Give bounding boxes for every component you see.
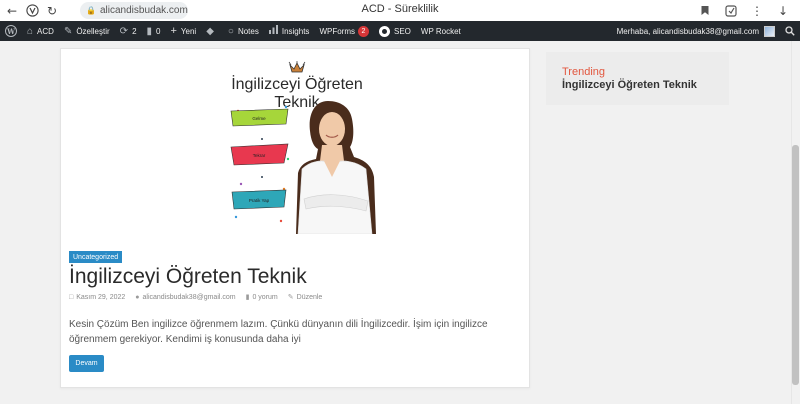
wp-logo-icon[interactable]: W <box>0 21 22 41</box>
hero-label-3: Pratik Yap <box>249 198 270 203</box>
back-icon[interactable]: ← <box>2 0 22 21</box>
wpforms-label: WPForms <box>319 26 355 36</box>
greeting-label: Merhaba, alicandisbudak38@gmail.com <box>616 26 759 36</box>
notes-link[interactable]: ○ Notes <box>223 21 264 41</box>
comment-icon: ▮ <box>245 294 250 301</box>
featured-image[interactable]: Gelme Tekrar Pratik Yap <box>226 99 386 234</box>
address-url: alicandisbudak.com <box>99 5 188 16</box>
post-author-text: alicandisbudak38@gmail.com <box>142 293 236 301</box>
category-badge[interactable]: Uncategorized <box>69 251 123 263</box>
search-icon[interactable] <box>780 21 800 41</box>
address-bar[interactable]: 🔒 alicandisbudak.com <box>80 2 188 19</box>
post-edit[interactable]: ✎ Düzenle <box>287 293 323 302</box>
reload-icon[interactable]: ↻ <box>42 0 62 21</box>
post-title[interactable]: İngilizceyi Öğreten Teknik <box>69 265 307 289</box>
edit-icon: ✎ <box>287 294 294 301</box>
post-edit-text: Düzenle <box>296 293 323 301</box>
crown-icon <box>288 61 306 73</box>
insights-label: Insights <box>281 26 310 36</box>
new-content-link[interactable]: + Yeni <box>165 21 201 41</box>
comment-icon: ▮ <box>146 25 153 37</box>
vivaldi-logo-icon[interactable] <box>22 0 42 21</box>
customize-link[interactable]: ✎ Özelleştir <box>59 21 115 41</box>
updates-icon: ⟳ <box>119 25 129 37</box>
notes-icon: ○ <box>227 25 234 37</box>
browser-toolbar: ← ↻ 🔒 alicandisbudak.com ACD - Süreklili… <box>0 0 800 21</box>
bookmark-icon[interactable] <box>692 0 718 21</box>
post-excerpt: Kesin Çözüm Ben ingilizce öğrenmem lazım… <box>69 319 488 345</box>
seo-icon <box>379 25 390 37</box>
insights-link[interactable]: Insights <box>264 21 315 41</box>
trending-widget: Trending İngilizceyi Öğreten Teknik <box>546 52 729 105</box>
bar-chart-icon <box>268 25 278 37</box>
avatar <box>764 25 775 37</box>
comments-link[interactable]: ▮ 0 <box>142 21 166 41</box>
lock-icon: 🔒 <box>86 6 96 15</box>
home-icon: ⌂ <box>27 25 34 37</box>
page-scrollbar[interactable] <box>791 41 800 404</box>
post-comments[interactable]: ▮ 0 yorum <box>245 293 278 302</box>
post-author[interactable]: ● alicandisbudak38@gmail.com <box>135 294 235 301</box>
post-card: İngilizceyi Öğreten Teknik Gelme Tekrar … <box>60 48 530 388</box>
post-meta: □ Kasım 29, 2022 ● alicandisbudak38@gmai… <box>69 293 323 302</box>
read-more-button[interactable]: Devam <box>69 355 104 372</box>
calendar-icon: □ <box>69 293 74 301</box>
post-date-text: Kasım 29, 2022 <box>76 293 126 301</box>
extensions-icon[interactable] <box>718 0 744 21</box>
wp-rocket-label: WP Rocket <box>420 26 461 36</box>
trending-post-link[interactable]: İngilizceyi Öğreten Teknik <box>562 79 729 91</box>
customize-label: Özelleştir <box>76 26 110 36</box>
account-link[interactable]: Merhaba, alicandisbudak38@gmail.com <box>612 21 780 41</box>
scrollbar-thumb[interactable] <box>792 145 799 385</box>
plus-icon: + <box>170 25 177 37</box>
site-name-label: ACD <box>37 26 54 36</box>
diamond-link[interactable]: ◆ <box>201 21 223 41</box>
diamond-icon: ◆ <box>206 25 214 37</box>
site-name-link[interactable]: ⌂ ACD <box>22 21 59 41</box>
seo-label: SEO <box>394 26 411 36</box>
comments-count: 0 <box>156 26 161 36</box>
updates-link[interactable]: ⟳ 2 <box>115 21 142 41</box>
wp-rocket-link[interactable]: WP Rocket <box>416 21 466 41</box>
updates-count: 2 <box>132 26 137 36</box>
user-icon: ● <box>135 293 140 301</box>
wpforms-badge: 2 <box>358 25 369 37</box>
seo-link[interactable]: SEO <box>374 21 416 41</box>
post-comments-text: 0 yorum <box>252 293 278 301</box>
new-label: Yeni <box>180 26 197 36</box>
menu-icon[interactable]: ⋮ <box>744 0 770 21</box>
post-date[interactable]: □ Kasım 29, 2022 <box>69 294 125 301</box>
trending-label: Trending <box>562 66 606 78</box>
notes-label: Notes <box>237 26 259 36</box>
hero-label-1: Gelme <box>252 116 266 121</box>
download-icon[interactable]: ↓ <box>770 0 796 21</box>
brush-icon: ✎ <box>63 25 73 37</box>
wpforms-link[interactable]: WPForms 2 <box>314 21 374 41</box>
wp-admin-bar: W ⌂ ACD ✎ Özelleştir ⟳ 2 ▮ 0 + Yeni ◆ ○ … <box>0 21 800 41</box>
hero-label-2: Tekrar <box>253 153 266 158</box>
